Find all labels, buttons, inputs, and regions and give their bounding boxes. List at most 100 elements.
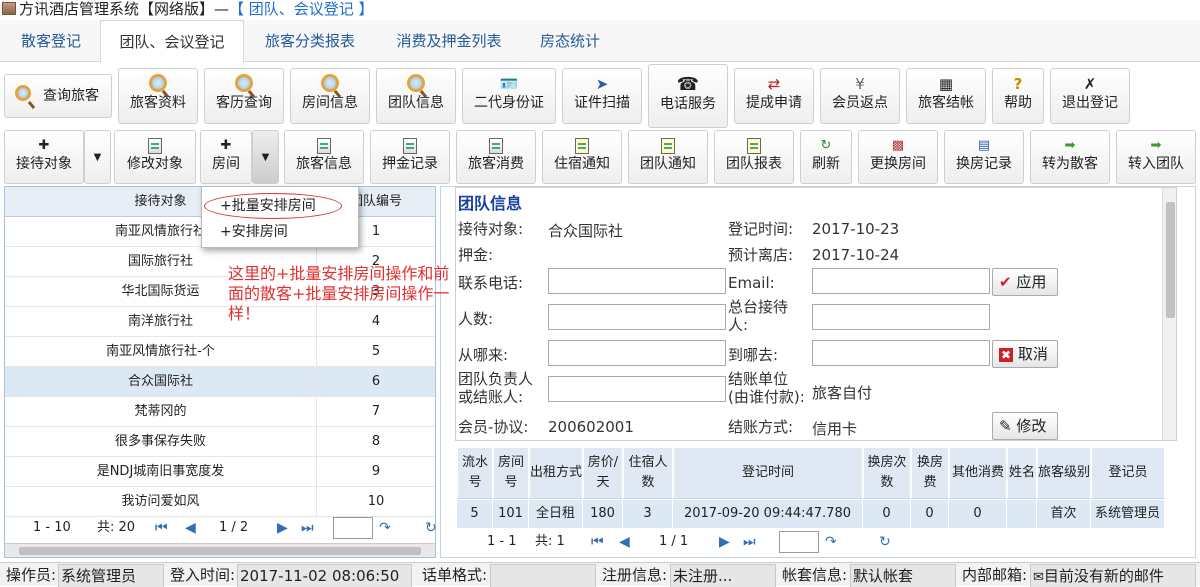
- last-page-icon[interactable]: ⏭: [743, 529, 756, 555]
- page-number-input[interactable]: [333, 517, 373, 539]
- from-field[interactable]: [548, 340, 726, 366]
- table-row[interactable]: 是NDJ城南旧事宽度发 9: [5, 457, 435, 487]
- menu-item-batch-assign-rooms[interactable]: +批量安排房间: [220, 195, 316, 217]
- column-header[interactable]: 姓名: [1007, 447, 1037, 499]
- grid-cell[interactable]: 首次: [1037, 500, 1091, 528]
- guest-checkout-button[interactable]: ▦ 旅客结帐: [906, 68, 986, 124]
- last-page-icon[interactable]: ⏭: [301, 515, 314, 541]
- table-row-selected[interactable]: 合众国际社 6: [5, 367, 435, 397]
- prev-page-icon[interactable]: ◀: [619, 529, 630, 555]
- first-page-icon[interactable]: ⏮: [155, 515, 168, 541]
- refresh-pager-icon[interactable]: ↻: [425, 515, 437, 541]
- column-header[interactable]: 流水号: [457, 447, 493, 499]
- front-desk-receptionist-field[interactable]: [812, 304, 990, 330]
- grid-cell[interactable]: 5: [457, 500, 493, 528]
- column-header[interactable]: 房价/天: [583, 447, 623, 499]
- email-field[interactable]: [812, 268, 990, 294]
- column-header[interactable]: 换房费: [911, 447, 949, 499]
- add-reception-dropdown-toggle[interactable]: ▼: [84, 130, 111, 184]
- column-header[interactable]: 登记时间: [673, 447, 863, 499]
- add-room-button[interactable]: ✚ 房间: [200, 130, 252, 184]
- phone-field[interactable]: [548, 268, 726, 294]
- group-report-button[interactable]: 团队报表: [714, 130, 794, 184]
- refresh-button[interactable]: ↻ 刷新: [800, 130, 852, 184]
- first-page-icon[interactable]: ⏮: [591, 529, 604, 555]
- guest-profile-button[interactable]: 旅客资料: [118, 68, 198, 124]
- column-header[interactable]: 其他消费: [949, 447, 1007, 499]
- edit-reception-button[interactable]: 修改对象: [114, 130, 196, 184]
- tab-group-registration[interactable]: 团队、会议登记: [100, 20, 244, 63]
- go-page-icon[interactable]: ↷: [825, 529, 837, 555]
- member-agreement-value: 200602001: [548, 418, 634, 436]
- grid-cell[interactable]: 180: [583, 500, 623, 528]
- id-card-button[interactable]: 🪪 二代身份证: [462, 68, 556, 124]
- grid-cell[interactable]: 全日租: [529, 500, 583, 528]
- transfer-to-group-button[interactable]: ➡ 转入团队: [1116, 130, 1196, 184]
- tab-walkin-registration[interactable]: 散客登记: [6, 20, 96, 62]
- grid-cell[interactable]: 2017-09-20 09:44:47.780: [673, 500, 863, 528]
- column-header[interactable]: 旅客级别: [1037, 447, 1091, 499]
- convert-to-walkin-button[interactable]: ➡ 转为散客: [1030, 130, 1110, 184]
- guest-consumption-button[interactable]: 旅客消费: [456, 130, 536, 184]
- group-leader-field[interactable]: [548, 376, 726, 402]
- grid-cell[interactable]: [1007, 500, 1037, 528]
- column-header[interactable]: 登记员: [1091, 447, 1165, 499]
- column-header[interactable]: 住宿人数: [623, 447, 673, 499]
- scrollbar-thumb[interactable]: [19, 547, 421, 555]
- help-icon: ?: [1013, 75, 1023, 93]
- table-row[interactable]: 梵蒂冈的 7: [5, 397, 435, 427]
- telephone-service-button[interactable]: ☎ 电话服务: [648, 64, 728, 128]
- column-header[interactable]: 房间号: [493, 447, 529, 499]
- apply-button[interactable]: ✔ 应用: [992, 268, 1058, 296]
- internal-mail-value[interactable]: ✉目前没有新的邮件: [1030, 564, 1196, 587]
- guest-history-button[interactable]: 客历查询: [204, 68, 284, 124]
- refresh-pager-icon[interactable]: ↻: [879, 529, 891, 555]
- room-info-button[interactable]: 房间信息: [290, 68, 370, 124]
- deposit-record-button[interactable]: 押金记录: [370, 130, 450, 184]
- tab-guest-category-report[interactable]: 旅客分类报表: [250, 20, 370, 62]
- page-number-input[interactable]: [779, 531, 819, 553]
- horizontal-scrollbar[interactable]: [5, 543, 435, 557]
- go-page-icon[interactable]: ↷: [379, 515, 391, 541]
- people-count-field[interactable]: [548, 304, 726, 330]
- document-scan-button[interactable]: ➤ 证件扫描: [562, 68, 642, 124]
- next-page-icon[interactable]: ▶: [277, 515, 288, 541]
- checkin-time-label: 登记时间:: [728, 220, 794, 238]
- grid-cell[interactable]: 系统管理员: [1091, 500, 1165, 528]
- grid-cell[interactable]: 0: [911, 500, 949, 528]
- table-row[interactable]: 我访问爱如风 10: [5, 487, 435, 517]
- add-room-dropdown-toggle[interactable]: ▼: [252, 130, 279, 184]
- exit-registration-button[interactable]: ✗ 退出登记: [1050, 68, 1130, 124]
- help-button[interactable]: ? 帮助: [992, 68, 1044, 124]
- phone-format-value: [490, 564, 596, 587]
- prev-page-icon[interactable]: ◀: [185, 515, 196, 541]
- column-header[interactable]: 出租方式: [529, 447, 583, 499]
- group-notice-button[interactable]: 团队通知: [628, 130, 708, 184]
- grid-cell[interactable]: 101: [493, 500, 529, 528]
- grid-cell[interactable]: 3: [623, 500, 673, 528]
- modify-button[interactable]: ✎ 修改: [992, 412, 1058, 440]
- group-info-button[interactable]: 团队信息: [376, 68, 456, 124]
- guest-info-button[interactable]: 旅客信息: [284, 130, 364, 184]
- add-reception-button[interactable]: ✚ 接待对象: [4, 130, 84, 184]
- column-header[interactable]: 换房次数: [863, 447, 911, 499]
- commission-request-button[interactable]: ⇄ 提成申请: [734, 68, 814, 124]
- lodging-notice-button[interactable]: 住宿通知: [542, 130, 622, 184]
- vertical-scrollbar[interactable]: [1162, 188, 1176, 440]
- table-row[interactable]: 南亚风情旅行社-个 5: [5, 337, 435, 367]
- menu-item-assign-room[interactable]: +安排房间: [220, 221, 288, 243]
- grid-cell[interactable]: 0: [863, 500, 911, 528]
- query-guest-button[interactable]: 查询旅客: [4, 74, 112, 118]
- cancel-button[interactable]: ✖ 取消: [992, 340, 1058, 368]
- tab-room-status-stats[interactable]: 房态统计: [526, 20, 614, 62]
- to-field[interactable]: [812, 340, 990, 366]
- table-row[interactable]: 很多事保存失败 8: [5, 427, 435, 457]
- grid-cell[interactable]: 0: [949, 500, 1007, 528]
- room-change-record-button[interactable]: ▤ 换房记录: [944, 130, 1024, 184]
- reception-value: 合众国际社: [548, 222, 624, 240]
- scrollbar-thumb[interactable]: [1166, 202, 1175, 318]
- tab-consumption-deposit-list[interactable]: 消费及押金列表: [380, 20, 518, 62]
- change-room-button[interactable]: ▩ 更换房间: [858, 130, 938, 184]
- member-rebate-button[interactable]: ¥ 会员返点: [820, 68, 900, 124]
- next-page-icon[interactable]: ▶: [719, 529, 730, 555]
